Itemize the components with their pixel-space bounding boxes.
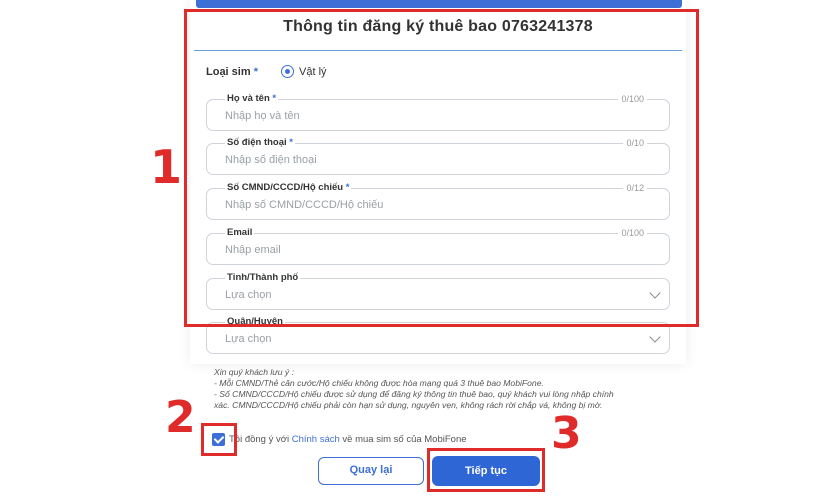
annotation-step-1: 1: [150, 140, 183, 194]
registration-screen: Thông tin đăng ký thuê bao 0763241378 Lo…: [0, 0, 840, 500]
notice-line: xác. CMND/CCCD/Hộ chiếu phải còn hạn sử …: [214, 400, 603, 410]
notice-text: Xin quý khách lưu ý : - Mỗi CMND/Thẻ căn…: [214, 367, 674, 411]
annotation-box-continue: [427, 448, 545, 492]
annotation-step-3: 3: [551, 408, 582, 459]
agreement-text: Tôi đồng ý với Chính sách về mua sim số …: [229, 434, 467, 445]
annotation-step-2: 2: [165, 392, 196, 443]
notice-heading: Xin quý khách lưu ý :: [214, 367, 294, 377]
notice-line: - Mỗi CMND/Thẻ căn cước/Hộ chiếu không đ…: [214, 378, 544, 388]
chevron-down-icon: [649, 331, 661, 343]
policy-link[interactable]: Chính sách: [292, 434, 340, 445]
annotation-box-form: [184, 9, 699, 327]
district-value: Lựa chọn: [225, 333, 272, 345]
back-button[interactable]: Quay lại: [318, 457, 424, 485]
top-accent-strip: [196, 0, 682, 8]
notice-line: - Số CMND/CCCD/Hộ chiếu được sử dụng để …: [214, 389, 614, 399]
annotation-box-checkbox: [201, 423, 237, 456]
